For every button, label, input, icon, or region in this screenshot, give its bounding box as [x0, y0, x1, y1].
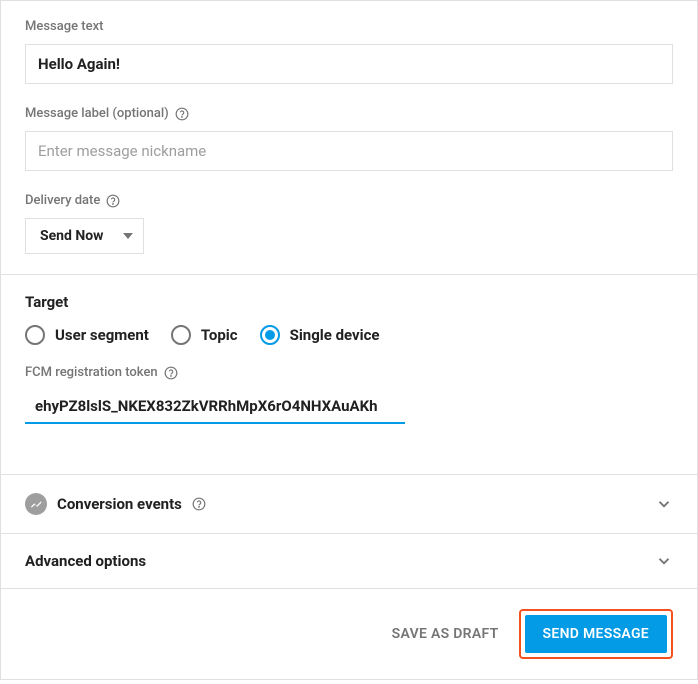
- send-message-button[interactable]: SEND MESSAGE: [525, 615, 667, 653]
- message-label-label-text: Message label (optional): [25, 106, 169, 121]
- radio-single-device[interactable]: Single device: [260, 325, 380, 345]
- delivery-date-label: Delivery date: [25, 193, 673, 208]
- send-highlight: SEND MESSAGE: [519, 609, 673, 659]
- caret-down-icon: [123, 233, 133, 239]
- message-label-input[interactable]: [25, 131, 673, 171]
- chart-icon: [25, 493, 47, 515]
- target-heading: Target: [25, 293, 673, 311]
- chevron-down-icon: [655, 495, 673, 513]
- advanced-options-label: Advanced options: [25, 552, 146, 570]
- conversion-events-label: Conversion events: [57, 495, 182, 513]
- fcm-token-label: FCM registration token: [25, 365, 673, 380]
- advanced-options-title: Advanced options: [25, 552, 655, 570]
- message-text-label-text: Message text: [25, 19, 103, 34]
- conversion-events-title: Conversion events: [25, 493, 655, 515]
- radio-single-device-label: Single device: [290, 326, 380, 344]
- advanced-options-accordion[interactable]: Advanced options: [1, 534, 697, 588]
- help-icon[interactable]: [164, 366, 178, 380]
- delivery-date-selected: Send Now: [40, 228, 103, 244]
- fcm-token-input[interactable]: [25, 390, 405, 424]
- radio-icon: [25, 325, 45, 345]
- save-as-draft-button[interactable]: SAVE AS DRAFT: [392, 626, 499, 642]
- target-radio-group: User segment Topic Single device: [25, 325, 673, 345]
- radio-icon-selected: [260, 325, 280, 345]
- help-icon[interactable]: [192, 497, 206, 511]
- delivery-date-group: Delivery date Send Now: [25, 193, 673, 254]
- message-text-group: Message text: [25, 19, 673, 84]
- message-text-input[interactable]: [25, 44, 673, 84]
- help-icon[interactable]: [106, 194, 120, 208]
- message-section: Message text Message label (optional) De…: [1, 1, 697, 274]
- message-text-label: Message text: [25, 19, 673, 34]
- fcm-token-label-text: FCM registration token: [25, 365, 158, 380]
- delivery-date-label-text: Delivery date: [25, 193, 100, 208]
- target-section: Target User segment Topic Single device …: [1, 275, 697, 474]
- radio-user-segment[interactable]: User segment: [25, 325, 149, 345]
- help-icon[interactable]: [175, 107, 189, 121]
- radio-topic-label: Topic: [201, 326, 238, 344]
- message-label-label: Message label (optional): [25, 106, 673, 121]
- chevron-down-icon: [655, 552, 673, 570]
- compose-message-panel: Message text Message label (optional) De…: [0, 0, 698, 680]
- footer: SAVE AS DRAFT SEND MESSAGE: [1, 589, 697, 679]
- message-label-group: Message label (optional): [25, 106, 673, 171]
- radio-icon: [171, 325, 191, 345]
- radio-user-segment-label: User segment: [55, 326, 149, 344]
- conversion-events-accordion[interactable]: Conversion events: [1, 475, 697, 533]
- radio-topic[interactable]: Topic: [171, 325, 238, 345]
- delivery-date-dropdown[interactable]: Send Now: [25, 218, 144, 254]
